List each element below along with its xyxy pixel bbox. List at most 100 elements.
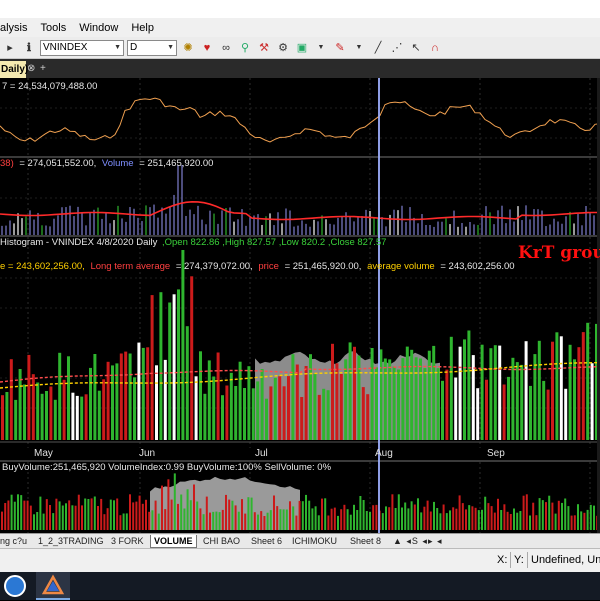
sheet-tab-volume[interactable]: VOLUME <box>150 535 197 548</box>
new-tab-icon[interactable]: + <box>40 63 46 74</box>
pane4-buy-sell-bar <box>561 502 563 530</box>
pane3-volume-bar <box>515 362 519 440</box>
pane4-buy-sell-bar <box>500 510 503 530</box>
pane3-volume-bar <box>309 354 312 440</box>
pane4-buy-sell-bar <box>577 504 579 530</box>
pane3-volume-bar <box>331 343 334 440</box>
pane4-buy-sell-bar <box>305 494 307 530</box>
pane4-buy-sell-bar <box>295 515 298 530</box>
pane4-buy-sell-bar <box>285 509 288 530</box>
pane3-volume-bar <box>168 302 172 440</box>
sheet-tab-1[interactable]: ng c?u <box>0 535 27 548</box>
menu-item-analysis[interactable]: alysis <box>0 22 37 34</box>
pane4-buy-sell-bar <box>177 503 179 530</box>
sheet-tab-6[interactable]: Sheet 6 <box>251 535 282 548</box>
sheet-tab-3[interactable]: 3 FORK <box>111 535 144 548</box>
line-tool-icon[interactable]: ╱ <box>370 40 386 56</box>
month-label-aug: Aug <box>375 448 393 459</box>
pane4-buy-sell-bar <box>349 514 352 530</box>
go-icon[interactable]: ▸ <box>2 40 18 56</box>
pane4-buy-sell-bar <box>497 498 499 530</box>
pointer-icon[interactable]: ↖ <box>408 40 424 56</box>
document-tab-daily[interactable]: Daily) <box>0 61 28 78</box>
menu-item-tools[interactable]: Tools <box>37 22 76 34</box>
sheet-tab-2[interactable]: 1_2_3TRADING <box>38 535 104 548</box>
sheet-nav-icons[interactable]: ▲ ◂S ◂▸ ◂ <box>393 535 442 548</box>
period-combo[interactable]: D ▼ <box>127 39 177 56</box>
pane3-volume-bar <box>507 376 510 440</box>
pane4-buy-sell-bar <box>356 510 359 530</box>
pane3-volume-bar <box>432 345 436 440</box>
pane3-volume-bar <box>339 374 343 440</box>
sheet-tab-5[interactable]: CHI BAO <box>203 535 240 548</box>
pane4-buy-sell-bar <box>532 502 535 530</box>
pane3-volume-bar <box>467 330 471 440</box>
pane4-buy-sell-bar <box>173 473 176 530</box>
symbol-value: VNINDEX <box>43 42 88 53</box>
chart-area[interactable]: 7 = 24,534,079,488.00 38) = 274,051,552.… <box>0 78 600 533</box>
heart-icon[interactable]: ♥ <box>199 40 215 56</box>
chart-svg[interactable]: 7 = 24,534,079,488.00 38) = 274,051,552.… <box>0 78 600 533</box>
pane4-buy-sell-bar <box>13 501 16 530</box>
menu-item-help[interactable]: Help <box>127 22 163 34</box>
pane4-buy-sell-bar <box>503 504 506 530</box>
pane3-volume-bar <box>313 373 317 440</box>
pane4-buy-sell-bar <box>42 513 45 530</box>
pane2-label-prefix: 38) <box>0 158 14 169</box>
pane4-buy-sell-bar <box>276 506 279 530</box>
pane3-volume-bar <box>40 393 44 440</box>
pane4-buy-sell-bar <box>234 505 237 530</box>
pane4-buy-sell-bar <box>279 509 282 530</box>
dropdown-icon[interactable]: ▼ <box>313 40 329 56</box>
pane3-volume-bar <box>454 377 458 440</box>
pane4-buy-sell-bar <box>522 495 525 530</box>
info-icon[interactable]: ℹ <box>21 40 37 56</box>
gear-icon[interactable]: ✺ <box>180 40 196 56</box>
dotted-line-icon[interactable]: ⋰ <box>389 40 405 56</box>
menu-item-window[interactable]: Window <box>75 22 127 34</box>
pane4-buy-sell-bar <box>346 509 349 530</box>
pane4-buy-sell-bar <box>468 505 471 530</box>
pane3-line2-g: = 243,602,256.00 <box>440 261 514 272</box>
pane4-buy-sell-bar <box>308 500 311 530</box>
pane3-volume-bar <box>80 396 84 440</box>
sheet-tab-8[interactable]: Sheet 8 <box>350 535 381 548</box>
pane4-buy-sell-bar <box>426 500 429 530</box>
glasses-icon[interactable]: ∞ <box>218 40 234 56</box>
pane3-volume-bar <box>388 359 392 440</box>
pane4-buy-sell-bar <box>365 511 368 530</box>
pane3-volume-bar <box>322 388 326 440</box>
search-icon[interactable]: ⚲ <box>237 40 253 56</box>
symbol-combo[interactable]: VNINDEX ▼ <box>40 39 124 56</box>
pen-icon[interactable]: ✎ <box>332 40 348 56</box>
pane4-buy-sell-bar <box>407 508 410 530</box>
tools-icon[interactable]: ⚙ <box>275 40 291 56</box>
pane4-buy-sell-bar <box>161 485 163 530</box>
pane4-buy-sell-bar <box>45 499 48 530</box>
pane4-buy-sell-bar <box>157 513 160 530</box>
sheet-tab-7[interactable]: ICHIMOKU <box>292 535 337 548</box>
pane4-buy-sell-bar <box>420 512 423 530</box>
pane4-buy-sell-bar <box>228 499 231 530</box>
chart-app-button[interactable] <box>36 572 70 600</box>
pane4-buy-sell-bar <box>97 506 99 530</box>
pane4-buy-sell-bar <box>455 508 458 530</box>
pane3-volume-bar <box>31 374 35 440</box>
pane3-ohlc: ,Open 822.86 ,High 827.57 ,Low 820.2 ,Cl… <box>162 237 386 248</box>
chevron-down-icon: ▼ <box>114 44 121 51</box>
pane4-buy-sell-bar <box>436 508 439 530</box>
pane3-line2-d: price <box>258 261 279 272</box>
dropdown-icon[interactable]: ▼ <box>351 40 367 56</box>
pane3-volume-bar <box>14 399 18 440</box>
pane4-buy-sell-bar <box>487 503 490 530</box>
hammer-icon[interactable]: ⚒ <box>256 40 272 56</box>
pane3-volume-bar <box>485 379 488 440</box>
pane4-buy-sell-bar <box>327 515 330 530</box>
pane4-buy-sell-bar <box>541 500 544 530</box>
pane4-buy-sell-bar <box>391 494 394 530</box>
magnet-icon[interactable]: ∩ <box>427 40 443 56</box>
close-tab-icon[interactable]: ⊗ <box>27 63 35 74</box>
browser-app-icon[interactable] <box>4 575 26 597</box>
chart-window-icon[interactable]: ▣ <box>294 40 310 56</box>
status-divider <box>510 552 511 568</box>
